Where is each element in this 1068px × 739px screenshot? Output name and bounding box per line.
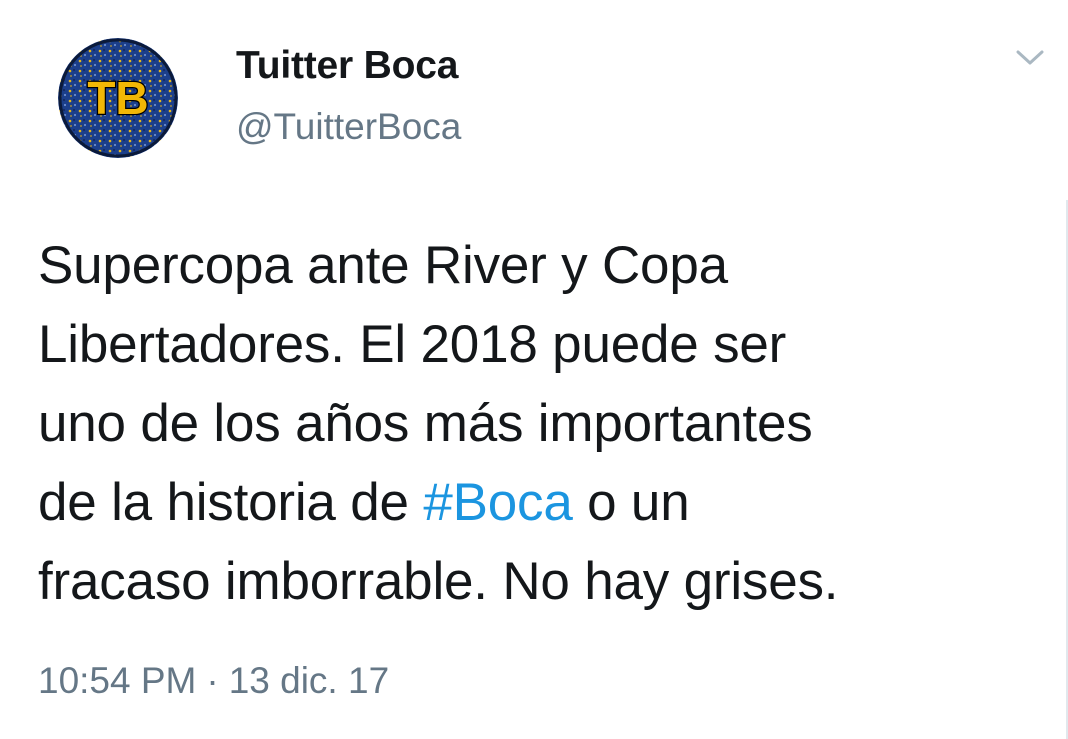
hashtag-link[interactable]: #Boca bbox=[423, 473, 572, 532]
tweet-text-line: uno de los años más importantes bbox=[38, 394, 813, 453]
tweet-text-line: fracaso imborrable. No hay grises. bbox=[38, 552, 839, 611]
more-options-button[interactable] bbox=[1012, 42, 1048, 72]
tweet-text-line: Supercopa ante River y Copa bbox=[38, 236, 728, 295]
user-handle[interactable]: @TuitterBoca bbox=[236, 106, 461, 148]
avatar-initials: TB bbox=[87, 72, 148, 124]
tweet-date: 13 dic. 17 bbox=[228, 660, 390, 701]
tweet-text-line: Libertadores. El 2018 puede ser bbox=[38, 315, 787, 374]
chevron-down-icon bbox=[1016, 50, 1044, 65]
tweet-text-line: de la historia de #Boca o un bbox=[38, 463, 1048, 542]
tweet-text-segment: de la historia de bbox=[38, 473, 424, 532]
display-name[interactable]: Tuitter Boca bbox=[236, 44, 458, 88]
tweet-timestamp[interactable]: 10:54 PM · 13 dic. 17 bbox=[38, 660, 389, 702]
meta-separator: · bbox=[206, 660, 219, 701]
avatar-logo-icon: TB bbox=[58, 38, 178, 158]
avatar[interactable]: TB bbox=[58, 38, 178, 158]
tweet-text: Supercopa ante River y Copa Libertadores… bbox=[38, 226, 1048, 621]
tweet-card: TB Tuitter Boca @TuitterBoca Supercopa a… bbox=[0, 0, 1068, 739]
tweet-time: 10:54 PM bbox=[38, 660, 197, 701]
tweet-text-segment: o un bbox=[572, 473, 690, 532]
